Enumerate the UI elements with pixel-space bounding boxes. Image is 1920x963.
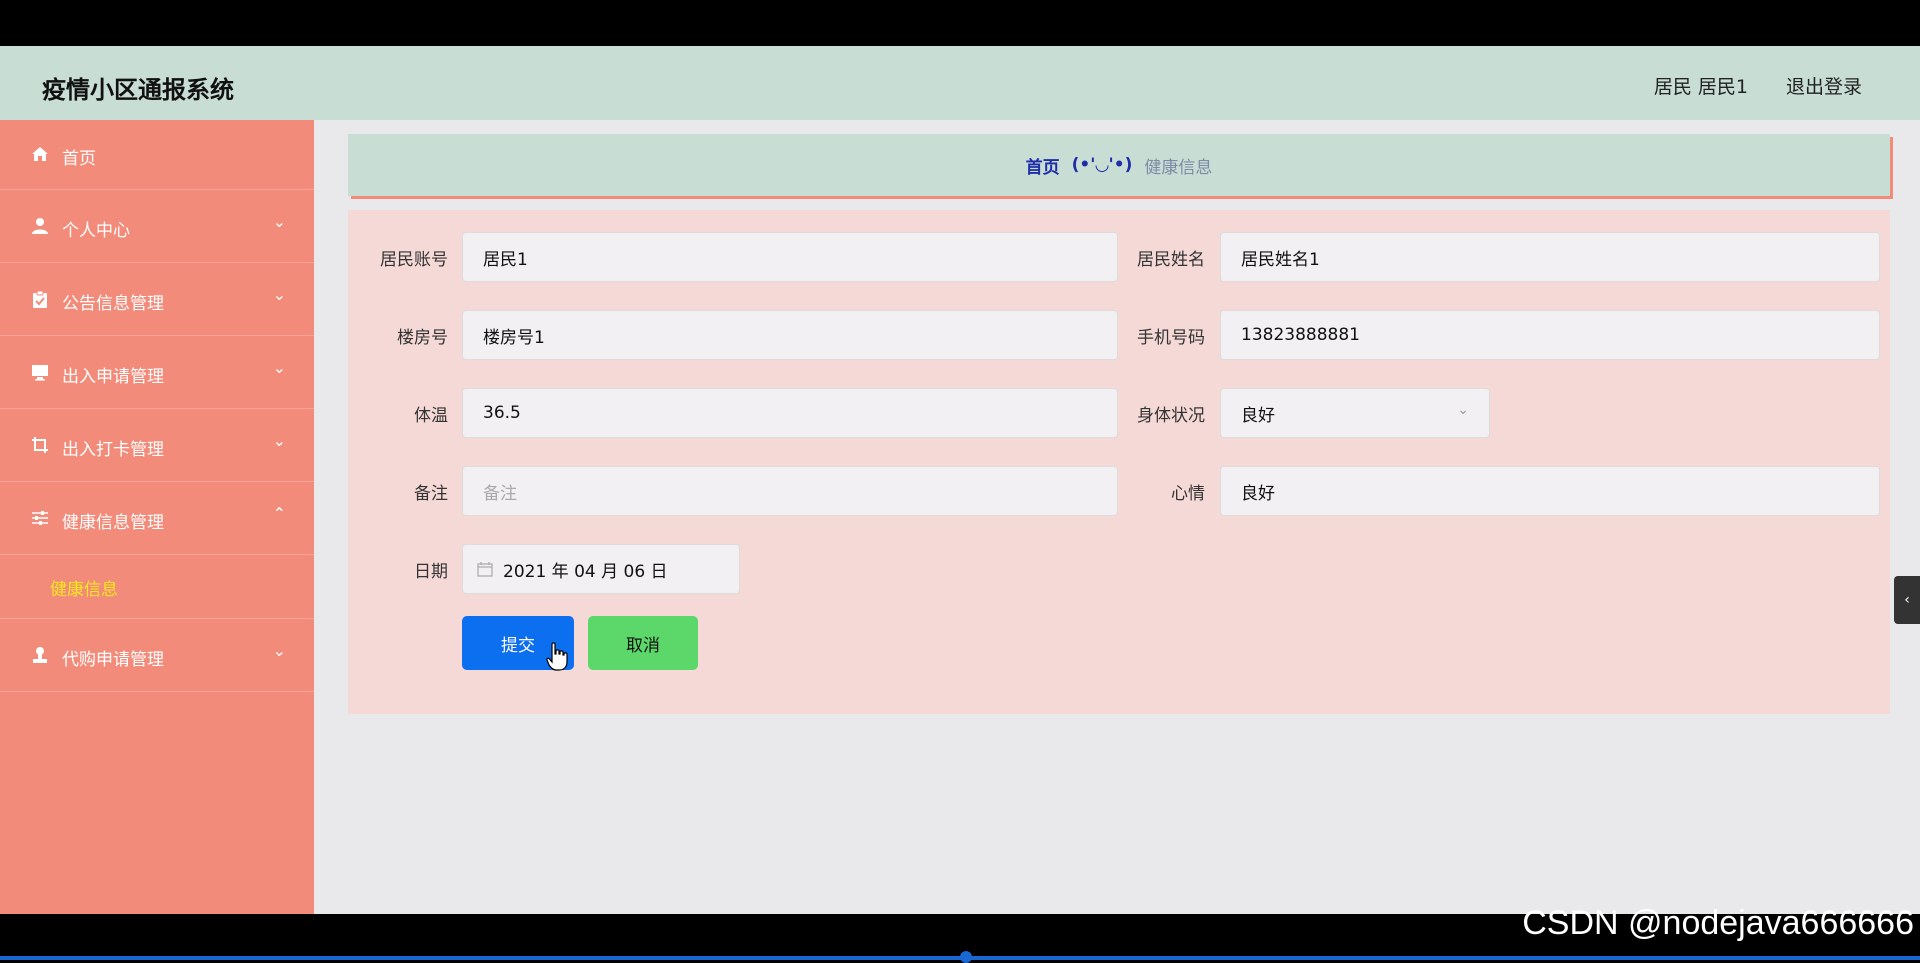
person-icon (30, 216, 50, 236)
home-icon (30, 144, 50, 164)
phone-label: 手机号码 (1137, 328, 1205, 348)
building-input[interactable]: 楼房号1 (462, 310, 1118, 360)
breadcrumb-home[interactable]: 首页 (1026, 153, 1060, 178)
date-picker[interactable]: 2021 年 04 月 06 日 (462, 544, 740, 594)
sidebar-item-notice[interactable]: 公告信息管理 ⌄ (0, 263, 314, 336)
name-label: 居民姓名 (1137, 250, 1205, 270)
sidebar-item-label: 代购申请管理 (62, 650, 164, 670)
sidebar-item-label: 个人中心 (62, 221, 130, 241)
chevron-down-icon: ⌄ (272, 358, 286, 377)
sidebar-item-label: 公告信息管理 (62, 294, 164, 314)
sidebar-item-checkin[interactable]: 出入打卡管理 ⌄ (0, 409, 314, 482)
hand-cursor-icon (546, 642, 568, 671)
stamp-icon (30, 645, 50, 665)
app-title: 疫情小区通报系统 (42, 76, 234, 104)
chevron-down-icon: ⌄ (272, 285, 286, 304)
collapse-panel-toggle[interactable]: ‹ (1894, 576, 1920, 624)
date-value: 2021 年 04 月 06 日 (503, 561, 668, 582)
chevron-down-icon: ⌄ (272, 641, 286, 660)
video-progress-handle[interactable] (960, 951, 972, 963)
screen: 疫情小区通报系统 居民 居民1 退出登录 首页 个人中心 ⌄ 公告信息管理 ⌄ (0, 0, 1920, 963)
mood-input[interactable]: 良好 (1220, 466, 1880, 516)
sidebar-subitem-health-info[interactable]: 健康信息 (0, 555, 314, 619)
temperature-input[interactable]: 36.5 (462, 388, 1118, 438)
phone-input[interactable]: 13823888881 (1220, 310, 1880, 360)
watermark: CSDN @nodejava666666 (1522, 904, 1914, 942)
breadcrumb-separator: (•'◡'•) (1071, 155, 1133, 175)
chevron-down-icon: ⌄ (272, 431, 286, 450)
crop-icon (30, 435, 50, 455)
sidebar-item-health[interactable]: 健康信息管理 ⌃ (0, 482, 314, 555)
sidebar: 首页 个人中心 ⌄ 公告信息管理 ⌄ 出入申请管理 ⌄ 出入打卡管理 ⌄ 健康信… (0, 120, 314, 914)
remark-input[interactable]: 备注 (462, 466, 1118, 516)
account-input[interactable]: 居民1 (462, 232, 1118, 282)
logout-link[interactable]: 退出登录 (1786, 72, 1862, 99)
sidebar-item-access-apply[interactable]: 出入申请管理 ⌄ (0, 336, 314, 409)
temperature-label: 体温 (414, 406, 448, 426)
chevron-up-icon: ⌃ (272, 504, 286, 523)
health-status-select[interactable]: 良好 ⌄ (1220, 388, 1490, 438)
sidebar-item-label: 首页 (62, 149, 96, 169)
clipboard-icon (30, 289, 50, 309)
remark-label: 备注 (414, 484, 448, 504)
monitor-icon (30, 362, 50, 382)
calendar-icon (477, 561, 493, 577)
sidebar-item-label: 健康信息管理 (62, 513, 164, 533)
name-input[interactable]: 居民姓名1 (1220, 232, 1880, 282)
mood-label: 心情 (1171, 484, 1205, 504)
sidebar-item-personal-center[interactable]: 个人中心 ⌄ (0, 190, 314, 263)
health-status-label: 身体状况 (1137, 406, 1205, 426)
sidebar-item-label: 出入打卡管理 (62, 440, 164, 460)
breadcrumb-current: 健康信息 (1144, 157, 1213, 178)
date-label: 日期 (414, 562, 448, 582)
user-info: 居民 居民1 (1653, 76, 1748, 98)
breadcrumb: 首页 (•'◡'•) 健康信息 (348, 134, 1890, 196)
health-status-value: 良好 (1241, 405, 1275, 426)
health-form: 居民账号 居民1 居民姓名 居民姓名1 楼房号 楼房号1 手机号码 138238… (348, 210, 1890, 714)
sidebar-item-purchase[interactable]: 代购申请管理 ⌄ (0, 619, 314, 692)
sidebar-subitem-label: 健康信息 (50, 580, 118, 600)
app-header: 疫情小区通报系统 居民 居民1 退出登录 (0, 46, 1920, 120)
sliders-icon (30, 508, 50, 528)
cancel-button[interactable]: 取消 (588, 616, 698, 670)
account-label: 居民账号 (380, 250, 448, 270)
building-label: 楼房号 (397, 328, 448, 348)
chevron-down-icon: ⌄ (272, 212, 286, 231)
chevron-down-icon: ⌄ (1457, 402, 1469, 418)
main-content: 首页 (•'◡'•) 健康信息 居民账号 居民1 居民姓名 居民姓名1 楼房号 … (314, 120, 1920, 914)
sidebar-item-label: 出入申请管理 (62, 367, 164, 387)
sidebar-item-home[interactable]: 首页 (0, 120, 314, 190)
